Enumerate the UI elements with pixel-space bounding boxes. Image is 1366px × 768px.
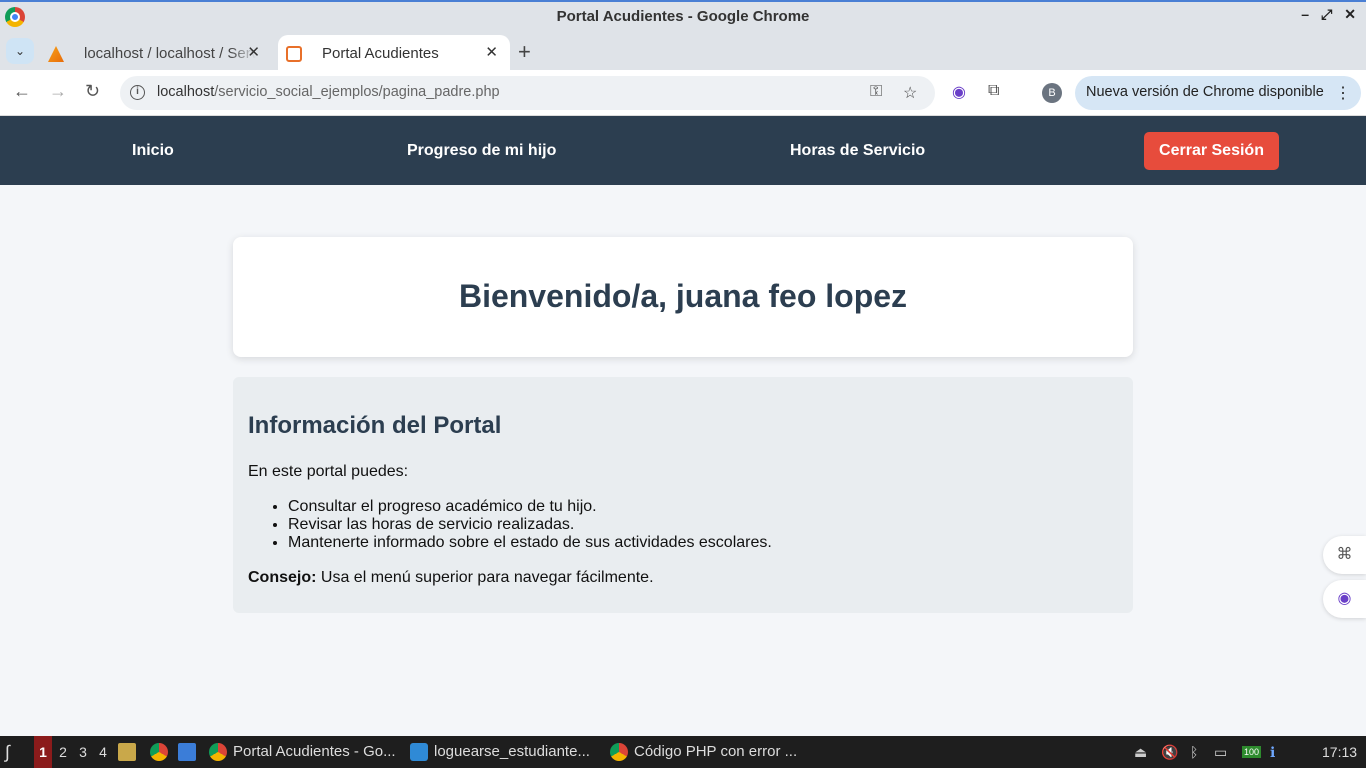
command-shortcut-icon[interactable]: ⌘	[1323, 536, 1366, 574]
address-bar[interactable]: i localhost/servicio_social_ejemplos/pag…	[120, 76, 935, 110]
tray-upload-icon[interactable]: ⏏	[1134, 744, 1147, 761]
file-manager-icon[interactable]	[118, 743, 136, 761]
tab-portal-acudientes[interactable]: Portal Acudientes ✕	[278, 35, 510, 70]
tip-text: Usa el menú superior para navegar fácilm…	[316, 569, 654, 586]
workspace-1[interactable]: 1	[34, 736, 52, 768]
list-item: Consultar el progreso académico de tu hi…	[288, 498, 1118, 516]
notification-icon[interactable]: ℹ	[1270, 744, 1275, 761]
info-tip: Consejo: Usa el menú superior para naveg…	[248, 569, 1118, 587]
phpmyadmin-icon	[48, 46, 64, 62]
tab-search-dropdown-icon[interactable]: ⌄	[6, 38, 34, 64]
start-menu-icon[interactable]: ∫	[5, 742, 10, 763]
list-item: Revisar las horas de servicio realizadas…	[288, 516, 1118, 534]
volume-muted-icon[interactable]: 🔇	[1161, 744, 1178, 761]
window-title: Portal Acudientes - Google Chrome	[556, 8, 810, 25]
battery-icon[interactable]: 100	[1242, 746, 1262, 758]
workspace-3[interactable]: 3	[74, 736, 92, 768]
bluetooth-icon[interactable]: ᛒ	[1190, 744, 1198, 760]
nav-horas-servicio[interactable]: Horas de Servicio	[790, 142, 925, 160]
close-tab-icon[interactable]: ✕	[485, 43, 498, 61]
tab-strip: ⌄ localhost / localhost / Servicio ✕ Por…	[0, 31, 1366, 70]
new-tab-icon[interactable]: +	[518, 39, 531, 65]
extensions-puzzle-icon[interactable]: ⧉	[988, 82, 999, 100]
site-info-icon[interactable]: i	[130, 85, 145, 100]
profile-avatar[interactable]: B	[1042, 83, 1062, 103]
site-navbar: Inicio Progreso de mi hijo Horas de Serv…	[0, 116, 1366, 185]
close-tab-icon[interactable]: ✕	[247, 43, 260, 61]
tab-label: localhost / localhost / Servicio	[84, 45, 256, 62]
password-key-icon[interactable]: ⚿	[870, 83, 882, 101]
task-label: loguearse_estudiante...	[434, 743, 590, 760]
extension-assistant-icon[interactable]: ◉	[952, 82, 966, 102]
task-label: Código PHP con error ...	[634, 743, 798, 760]
chrome-icon	[209, 743, 227, 761]
list-item: Mantenerte informado sobre el estado de …	[288, 534, 1118, 552]
menu-kebab-icon[interactable]: ⋮	[1335, 83, 1351, 103]
update-label: Nueva versión de Chrome disponible	[1086, 84, 1324, 100]
restore-icon[interactable]: ⤢	[1321, 6, 1332, 23]
workspace-4[interactable]: 4	[94, 736, 112, 768]
nav-inicio[interactable]: Inicio	[132, 142, 174, 160]
task-vscode[interactable]: loguearse_estudiante...	[410, 736, 590, 768]
display-icon[interactable]: ▭	[1214, 744, 1227, 761]
clock: 17:13	[1322, 744, 1358, 760]
back-icon[interactable]: ←	[13, 81, 31, 102]
bookmark-star-icon[interactable]: ☆	[903, 83, 917, 103]
tab-label: Portal Acudientes	[322, 45, 439, 62]
window-titlebar: Portal Acudientes - Google Chrome – ⤢ ✕	[0, 0, 1366, 31]
chrome-icon	[610, 743, 628, 761]
url-text[interactable]: localhost/servicio_social_ejemplos/pagin…	[157, 84, 500, 100]
info-list: Consultar el progreso académico de tu hi…	[248, 498, 1118, 552]
chrome-update-button[interactable]: Nueva versión de Chrome disponible ⋮	[1075, 76, 1361, 110]
os-taskbar: ∫ 1 2 3 4 Portal Acudientes - Go... logu…	[0, 736, 1366, 768]
tab-phpmyadmin[interactable]: localhost / localhost / Servicio ✕	[40, 35, 272, 70]
task-portal-acudientes[interactable]: Portal Acudientes - Go...	[209, 736, 396, 768]
minimize-icon[interactable]: –	[1301, 6, 1309, 23]
welcome-heading: Bienvenido/a, juana feo lopez	[458, 278, 908, 314]
reload-icon[interactable]: ↻	[85, 81, 100, 102]
forward-icon[interactable]: →	[49, 81, 67, 102]
portal-info-box: Información del Portal En este portal pu…	[233, 377, 1133, 613]
window-controls: – ⤢ ✕	[1301, 6, 1356, 23]
tip-label: Consejo:	[248, 569, 317, 586]
logout-button[interactable]: Cerrar Sesión	[1144, 132, 1279, 170]
close-window-icon[interactable]: ✕	[1344, 6, 1356, 23]
xampp-icon	[286, 46, 302, 62]
task-codigo-php[interactable]: Código PHP con error ...	[610, 736, 797, 768]
welcome-card: Bienvenido/a, juana feo lopez	[233, 237, 1133, 357]
vscode-icon	[410, 743, 428, 761]
desktop-icon[interactable]	[178, 743, 196, 761]
info-title: Información del Portal	[248, 412, 502, 439]
workspace-2[interactable]: 2	[54, 736, 72, 768]
nav-progreso[interactable]: Progreso de mi hijo	[407, 142, 556, 160]
assistant-bubble-icon[interactable]: ◉	[1323, 580, 1366, 618]
info-intro: En este portal puedes:	[248, 463, 409, 480]
chrome-launcher-icon[interactable]	[150, 743, 168, 761]
browser-toolbar: ← → ↻ i localhost/servicio_social_ejempl…	[0, 70, 1366, 116]
task-label: Portal Acudientes - Go...	[233, 743, 396, 760]
